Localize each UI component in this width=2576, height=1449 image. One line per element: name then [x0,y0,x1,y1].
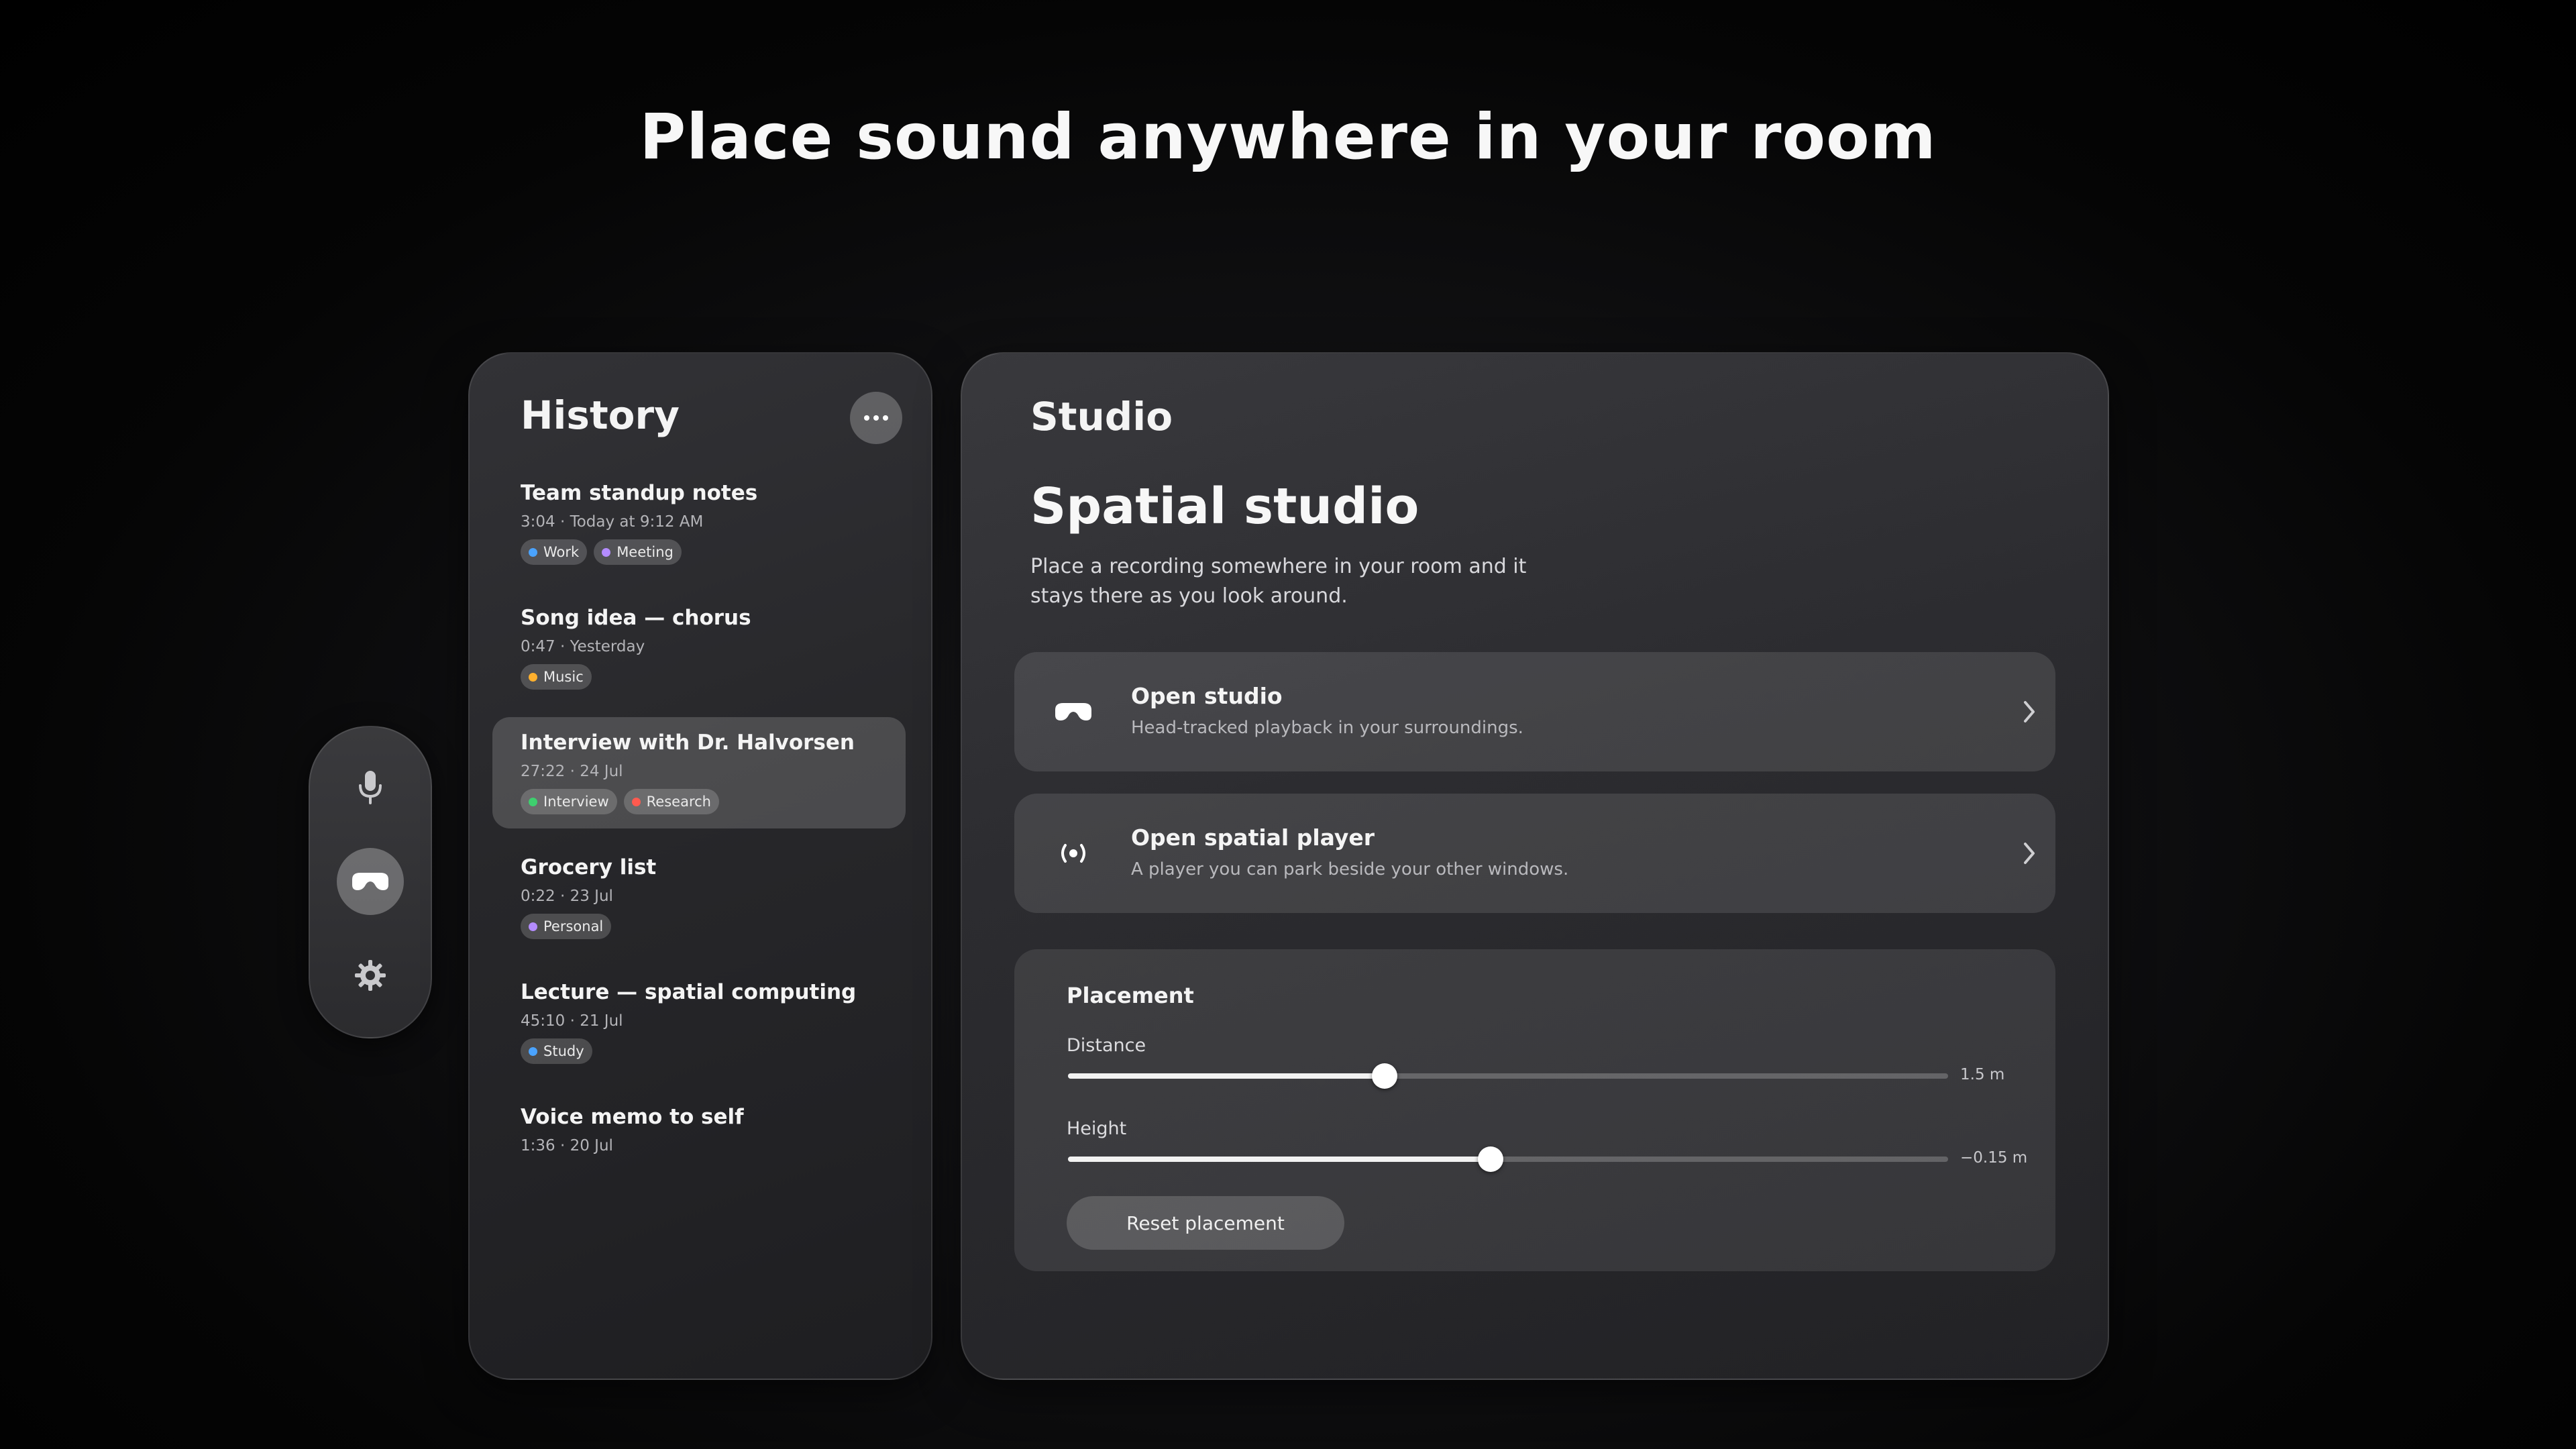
tag-list: Personal [521,914,612,939]
microphone-icon [359,771,382,804]
placement-title: Placement [1067,983,1194,1008]
tag-chip: Research [623,789,719,814]
tag-label: Interview [543,794,609,810]
chevron-right-icon [2012,695,2046,729]
slider-thumb[interactable] [1477,1146,1503,1172]
hero-title: Place sound anywhere in your room [639,101,1937,174]
headset-icon [352,873,388,890]
distance-slider[interactable] [1068,1063,1948,1089]
tag-chip: Work [521,539,588,565]
distance-label: Distance [1067,1035,1146,1056]
tag-list: Interview Research [521,789,719,814]
tag-label: Music [543,669,584,685]
recording-meta: 0:22 · 23 Jul [521,888,613,905]
spatial-audio-icon [1052,832,1095,875]
tag-chip: Music [521,664,592,690]
studio-description: Place a recording somewhere in your room… [1030,555,1527,608]
tab-studio[interactable] [337,848,404,915]
recording-meta: 0:47 · Yesterday [521,638,645,655]
tag-list: Music [521,664,592,690]
studio-title: Studio [1030,394,1173,439]
slider-thumb[interactable] [1372,1063,1398,1089]
tag-dot [529,797,537,806]
tag-label: Personal [543,918,604,934]
recording-meta: 45:10 · 21 Jul [521,1012,623,1030]
recording-item[interactable]: Grocery list 0:22 · 23 Jul Personal [492,842,906,953]
tag-label: Research [646,794,711,810]
recording-item[interactable]: Voice memo to self 1:36 · 20 Jul [492,1091,906,1203]
tag-chip: Personal [521,914,612,939]
recording-item[interactable]: Team standup notes 3:04 · Today at 9:12 … [492,468,906,579]
studio-panel: Studio Spatial studio Place a recording … [961,352,2109,1380]
page: Place sound anywhere in your room Histor… [0,0,2576,1449]
open-spatial-player-button[interactable]: Open spatial player A player you can par… [1014,794,2055,913]
headset-icon [1052,690,1095,733]
height-label: Height [1067,1118,1127,1139]
tab-record[interactable] [337,754,404,821]
slider-fill [1068,1157,1491,1162]
tag-label: Study [543,1043,584,1059]
tag-label: Work [543,544,580,560]
tag-chip: Interview [521,789,617,814]
tag-dot [529,672,537,682]
recording-title: Song idea — chorus [521,606,751,630]
tab-settings[interactable] [337,942,404,1009]
more-button[interactable] [850,392,902,444]
chevron-right-icon [2012,837,2046,870]
action-title: Open spatial player [1131,824,1375,851]
distance-value: 1.5 m [1960,1066,2005,1083]
tag-dot [631,797,641,806]
recording-meta: 1:36 · 20 Jul [521,1137,613,1155]
tag-list: Work Meeting [521,539,682,565]
history-panel: History Team standup notes 3:04 · Today … [468,352,932,1380]
placement-card: Placement Distance 1.5 m Height −0.15 m … [1014,949,2055,1271]
recording-title: Lecture — spatial computing [521,980,857,1004]
action-subtitle: A player you can park beside your other … [1131,859,1569,879]
tag-dot [529,922,537,931]
recording-meta: 27:22 · 24 Jul [521,763,623,780]
open-studio-button[interactable]: Open studio Head-tracked playback in you… [1014,652,2055,771]
tag-list: Study [521,1038,592,1064]
recording-title: Team standup notes [521,481,758,505]
recording-item-selected[interactable]: Interview with Dr. Halvorsen 27:22 · 24 … [492,717,906,828]
tag-dot [529,1046,537,1056]
recording-meta: 3:04 · Today at 9:12 AM [521,513,704,531]
recording-item[interactable]: Lecture — spatial computing 45:10 · 21 J… [492,967,906,1078]
action-title: Open studio [1131,683,1283,709]
recording-item[interactable]: Song idea — chorus 0:47 · Yesterday Musi… [492,592,906,704]
action-subtitle: Head-tracked playback in your surroundin… [1131,718,1523,738]
height-slider[interactable] [1068,1146,1948,1172]
tag-label: Meeting [616,544,674,560]
slider-fill [1068,1073,1385,1079]
tag-chip: Study [521,1038,592,1064]
tag-dot [529,547,537,557]
recording-title: Interview with Dr. Halvorsen [521,731,855,755]
tag-dot [602,547,611,557]
recording-title: Grocery list [521,855,657,879]
gear-icon [355,960,386,991]
height-value: −0.15 m [1960,1149,2028,1167]
reset-placement-button[interactable]: Reset placement [1067,1196,1344,1250]
tag-chip: Meeting [594,539,682,565]
ornament-tab-bar [309,726,432,1038]
recording-title: Voice memo to self [521,1105,744,1129]
studio-heading: Spatial studio [1030,478,1419,535]
history-title: History [521,392,680,438]
